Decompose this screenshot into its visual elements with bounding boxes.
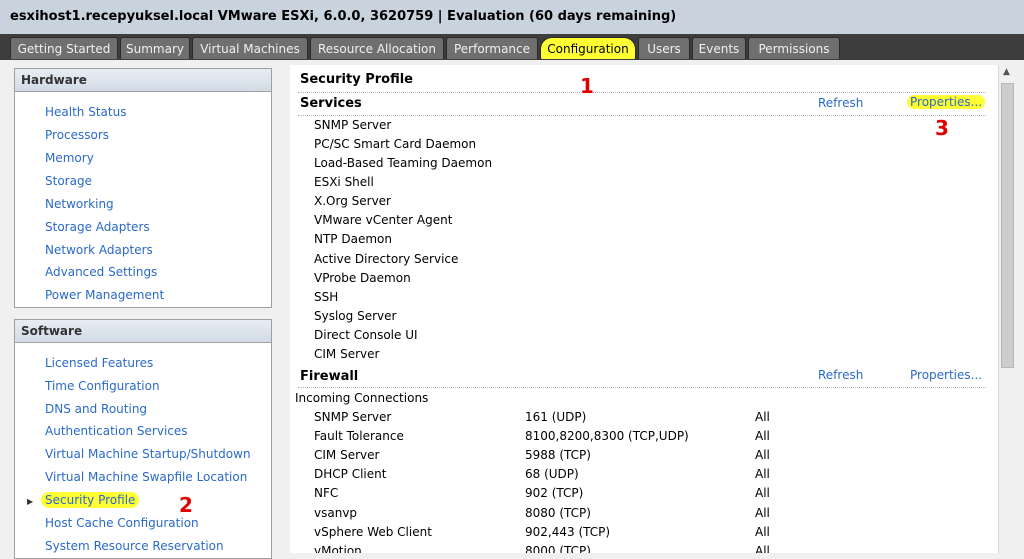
tab-virtual-machines[interactable]: Virtual Machines	[192, 37, 308, 59]
firewall-rule-name: Fault Tolerance	[314, 429, 404, 443]
firewall-rule-scope: All	[755, 506, 770, 520]
page-title: Security Profile	[300, 72, 414, 87]
service-item: SSH	[314, 290, 339, 304]
service-item: ESXi Shell	[314, 175, 374, 189]
firewall-rule-ports: 8100,8200,8300 (TCP,UDP)	[525, 429, 689, 443]
tab-configuration[interactable]: Configuration	[540, 37, 636, 59]
selected-arrow-icon: ▶	[27, 497, 34, 506]
software-header: Software	[15, 320, 271, 343]
firewall-rule-scope: All	[755, 410, 770, 424]
software-item-authentication-services[interactable]: Authentication Services	[45, 424, 188, 438]
vertical-scrollbar[interactable]: ▲	[998, 65, 1017, 553]
service-item: Load-Based Teaming Daemon	[314, 156, 493, 170]
hardware-header: Hardware	[15, 69, 271, 92]
firewall-rule-name: vMotion	[314, 544, 362, 553]
tab-users[interactable]: Users	[638, 37, 690, 59]
services-header: Services	[300, 96, 362, 111]
firewall-rule-scope: All	[755, 544, 770, 553]
annotation-1: 1	[580, 74, 594, 98]
firewall-rule-ports: 5988 (TCP)	[525, 448, 591, 462]
tab-getting-started[interactable]: Getting Started	[10, 37, 118, 59]
tab-bar: Getting Started Summary Virtual Machines…	[0, 34, 1024, 60]
divider	[298, 115, 986, 116]
software-item-system-resource-reservation[interactable]: System Resource Reservation	[45, 539, 224, 553]
firewall-rule-scope: All	[755, 467, 770, 481]
firewall-rule-name: vSphere Web Client	[314, 525, 432, 539]
service-item: Active Directory Service	[314, 252, 459, 266]
window-title: esxihost1.recepyuksel.local VMware ESXi,…	[10, 9, 677, 24]
tab-summary[interactable]: Summary	[120, 37, 190, 59]
software-item-licensed-features[interactable]: Licensed Features	[45, 356, 153, 370]
hardware-item-power-management[interactable]: Power Management	[45, 288, 164, 302]
software-item-vm-swapfile-location[interactable]: Virtual Machine Swapfile Location	[45, 470, 247, 484]
hardware-item-memory[interactable]: Memory	[45, 151, 94, 165]
hardware-item-processors[interactable]: Processors	[45, 128, 109, 142]
service-item: PC/SC Smart Card Daemon	[314, 137, 477, 151]
tab-performance[interactable]: Performance	[446, 37, 538, 59]
software-item-vm-startup-shutdown[interactable]: Virtual Machine Startup/Shutdown	[45, 447, 251, 461]
firewall-header: Firewall	[300, 369, 359, 384]
firewall-rule-name: vsanvp	[314, 506, 358, 520]
firewall-rule-ports: 8080 (TCP)	[525, 506, 591, 520]
firewall-rule-ports: 902 (TCP)	[525, 486, 584, 500]
firewall-properties-link[interactable]: Properties...	[910, 368, 982, 382]
firewall-rule-scope: All	[755, 448, 770, 462]
software-item-host-cache-configuration[interactable]: Host Cache Configuration	[45, 516, 199, 530]
firewall-rule-ports: 902,443 (TCP)	[525, 525, 611, 539]
firewall-rule-ports: 68 (UDP)	[525, 467, 579, 481]
service-item: VMware vCenter Agent	[314, 213, 453, 227]
incoming-connections-label: Incoming Connections	[295, 391, 429, 405]
firewall-rule-scope: All	[755, 429, 770, 443]
firewall-rule-name: DHCP Client	[314, 467, 387, 481]
hardware-item-storage[interactable]: Storage	[45, 174, 92, 188]
service-item: VProbe Daemon	[314, 271, 411, 285]
configuration-content: Hardware Health Status Processors Memory…	[0, 60, 1024, 559]
tab-events[interactable]: Events	[692, 37, 746, 59]
title-bar: esxihost1.recepyuksel.local VMware ESXi,…	[0, 0, 1024, 35]
services-properties-link[interactable]: Properties...	[907, 95, 986, 109]
scroll-up-icon[interactable]: ▲	[1003, 67, 1010, 77]
security-profile-pane: Security Profile Services Refresh Proper…	[290, 65, 998, 553]
service-item: Syslog Server	[314, 309, 397, 323]
firewall-rule-name: SNMP Server	[314, 410, 392, 424]
firewall-rule-ports: 161 (UDP)	[525, 410, 587, 424]
service-item: SNMP Server	[314, 118, 392, 132]
tab-permissions[interactable]: Permissions	[748, 37, 840, 59]
firewall-rule-scope: All	[755, 486, 770, 500]
tab-resource-allocation[interactable]: Resource Allocation	[310, 37, 444, 59]
annotation-3: 3	[935, 116, 949, 140]
firewall-rule-ports: 8000 (TCP)	[525, 544, 591, 553]
services-refresh-link[interactable]: Refresh	[818, 96, 863, 110]
firewall-rule-name: NFC	[314, 486, 339, 500]
hardware-item-advanced-settings[interactable]: Advanced Settings	[45, 265, 157, 279]
firewall-refresh-link[interactable]: Refresh	[818, 368, 863, 382]
hardware-item-health-status[interactable]: Health Status	[45, 105, 126, 119]
firewall-rule-scope: All	[755, 525, 770, 539]
firewall-rule-name: CIM Server	[314, 448, 380, 462]
software-item-security-profile[interactable]: Security Profile	[41, 492, 140, 508]
hardware-item-storage-adapters[interactable]: Storage Adapters	[45, 220, 150, 234]
hardware-item-network-adapters[interactable]: Network Adapters	[45, 243, 153, 257]
service-item: Direct Console UI	[314, 328, 418, 342]
hardware-item-networking[interactable]: Networking	[45, 197, 114, 211]
service-item: X.Org Server	[314, 194, 391, 208]
divider	[298, 387, 986, 388]
divider	[298, 92, 986, 93]
software-item-dns-and-routing[interactable]: DNS and Routing	[45, 402, 147, 416]
software-panel: Software Licensed Features Time Configur…	[14, 319, 272, 559]
service-item: CIM Server	[314, 347, 380, 361]
annotation-2: 2	[179, 493, 193, 517]
software-item-time-configuration[interactable]: Time Configuration	[45, 379, 160, 393]
hardware-panel: Hardware Health Status Processors Memory…	[14, 68, 272, 308]
service-item: NTP Daemon	[314, 232, 392, 246]
scrollbar-thumb[interactable]	[1001, 83, 1014, 368]
